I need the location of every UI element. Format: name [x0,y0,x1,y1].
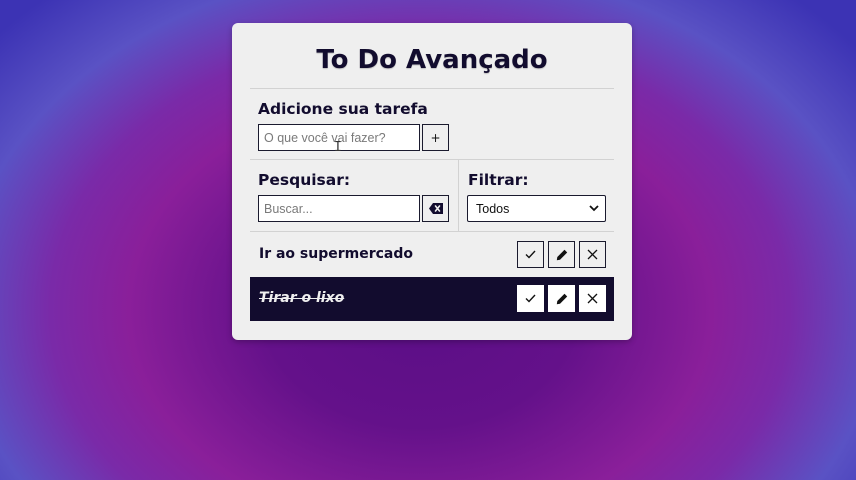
clear-search-button[interactable] [422,195,449,222]
filter-label: Filtrar: [468,171,529,189]
search-input[interactable] [258,195,420,222]
todo-item: Ir ao supermercado [250,233,614,277]
pencil-icon [556,293,567,304]
filter-selected-value: Todos [476,201,510,216]
complete-button[interactable] [517,241,544,268]
close-icon [587,293,598,304]
divider [250,231,614,232]
todo-item-done: Tirar o lixo [250,277,614,321]
add-task-label: Adicione sua tarefa [258,100,428,118]
search-label: Pesquisar: [258,171,351,189]
chevron-down-icon [589,205,599,212]
edit-button[interactable] [548,241,575,268]
divider [250,159,614,160]
edit-button[interactable] [548,285,575,312]
complete-button[interactable] [517,285,544,312]
check-icon [525,250,536,259]
backspace-icon [428,203,443,214]
divider [250,88,614,89]
text-cursor-icon: I [334,140,342,155]
close-icon [587,249,598,260]
page-title: To Do Avançado [316,45,548,75]
filter-select[interactable]: Todos [467,195,606,222]
todo-card: To Do Avançado Adicione sua tarefa + Pes… [232,23,632,340]
section-divider [458,159,459,231]
add-task-button[interactable]: + [422,124,449,151]
check-icon [525,294,536,303]
delete-button[interactable] [579,241,606,268]
pencil-icon [556,249,567,260]
todo-title: Tirar o lixo [259,290,345,306]
todo-title: Ir ao supermercado [259,246,414,262]
delete-button[interactable] [579,285,606,312]
